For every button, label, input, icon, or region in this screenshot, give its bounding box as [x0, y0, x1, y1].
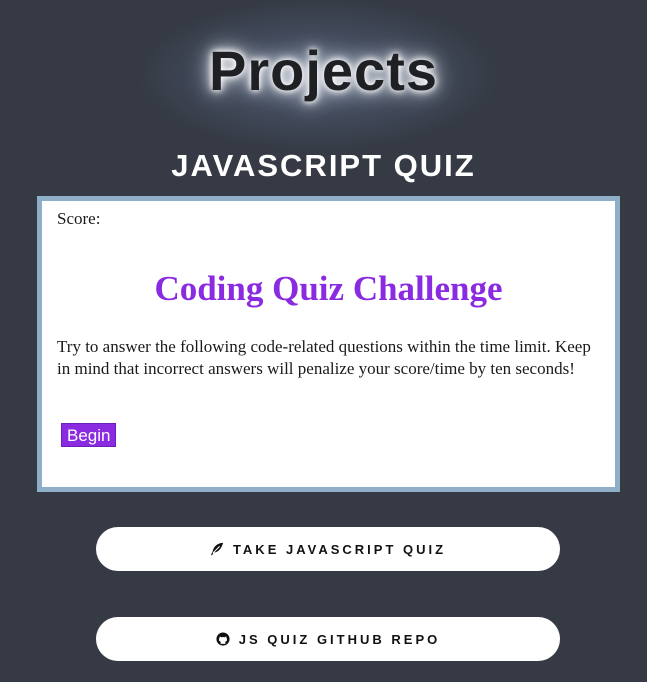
- page: Projects JAVASCRIPT QUIZ Score: Coding Q…: [0, 0, 647, 682]
- quiz-preview-frame: Score: Coding Quiz Challenge Try to answ…: [37, 196, 620, 492]
- take-quiz-button[interactable]: TAKE JAVASCRIPT QUIZ: [96, 527, 560, 571]
- take-quiz-label: TAKE JAVASCRIPT QUIZ: [232, 541, 447, 557]
- quiz-heading: Coding Quiz Challenge: [154, 269, 503, 308]
- page-title: Projects: [209, 39, 438, 102]
- begin-button[interactable]: Begin: [61, 423, 117, 447]
- section-title: JAVASCRIPT QUIZ: [171, 148, 476, 183]
- feather-icon: [210, 542, 224, 556]
- github-repo-button[interactable]: JS QUIZ GITHUB REPO: [96, 617, 560, 661]
- score-label: Score:: [57, 209, 101, 228]
- github-repo-label: JS QUIZ GITHUB REPO: [238, 631, 441, 647]
- quiz-description: Try to answer the following code-related…: [57, 337, 591, 378]
- github-icon: [216, 632, 230, 646]
